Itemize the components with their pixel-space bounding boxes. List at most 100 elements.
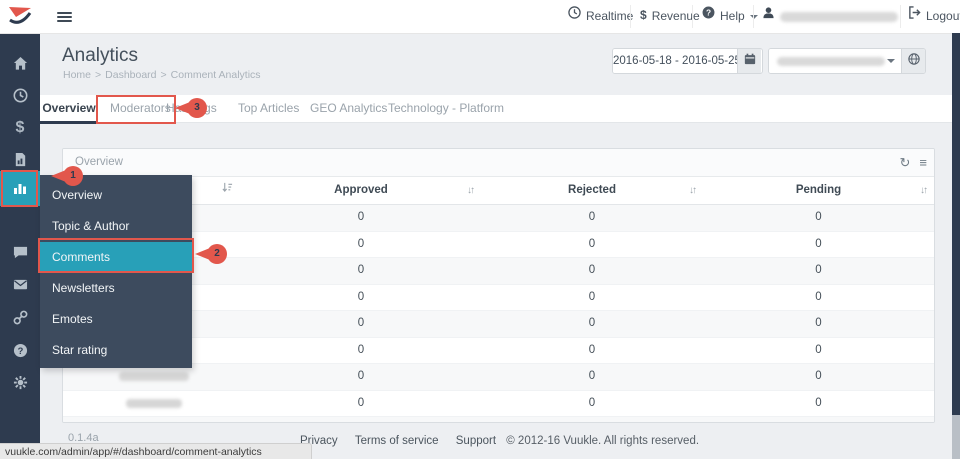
date-range-input[interactable] [613, 49, 737, 73]
table-row[interactable]: 0 0 0 [63, 338, 934, 364]
table-row[interactable]: 0 0 0 [63, 258, 934, 285]
divider [900, 5, 901, 28]
cell-approved: 0 [357, 343, 365, 356]
annotation-arrow-2: 2 [195, 244, 229, 264]
chat-icon [13, 246, 28, 264]
cell-pending: 0 [815, 237, 822, 250]
dollar-icon: $ [640, 8, 647, 23]
breadcrumb-dashboard[interactable]: Dashboard [105, 69, 156, 81]
cell-rejected: 0 [588, 317, 596, 329]
divider [630, 5, 631, 28]
sidebar-item-comments[interactable] [0, 236, 40, 270]
site-select[interactable] [769, 49, 902, 73]
cell-date-redacted [63, 391, 241, 417]
sidebar-item-revenue[interactable]: $ [0, 111, 40, 145]
column-header-rejected[interactable]: Rejected ↓↑ [481, 177, 703, 204]
calendar-button[interactable] [737, 49, 761, 73]
sort-icon[interactable]: ↓↑ [920, 177, 928, 204]
user-account[interactable] [762, 0, 898, 33]
sidebar-item-home[interactable] [0, 47, 40, 81]
flyout-item-emotes[interactable]: Emotes [40, 304, 192, 335]
tab-moderators[interactable]: Moderators [110, 95, 171, 121]
cell-approved: 0 [357, 370, 365, 382]
help-icon: ? [13, 343, 28, 362]
panel-header: Overview ↻ ≡ [63, 149, 934, 177]
revenue-button[interactable]: $ Revenue [640, 0, 700, 33]
cell-pending: 0 [815, 317, 822, 329]
table-row[interactable]: 0 0 0 [63, 285, 934, 311]
analytics-flyout-menu: Overview Topic & Author Comments Newslet… [40, 175, 192, 368]
tab-overview[interactable]: Overview [40, 95, 98, 124]
cell-approved: 0 [357, 317, 365, 329]
chevron-down-icon [887, 59, 896, 63]
sidebar-item-settings[interactable] [0, 366, 40, 400]
page-scrollbar[interactable] [952, 33, 960, 459]
flyout-item-newsletters[interactable]: Newsletters [40, 273, 192, 304]
support-link[interactable]: Support [456, 435, 496, 447]
breadcrumb: Home > Dashboard > Comment Analytics [63, 69, 261, 81]
status-url: vuukle.com/admin/app/#/dashboard/comment… [5, 446, 262, 458]
cell-approved: 0 [357, 211, 365, 223]
cell-rejected: 0 [588, 237, 596, 250]
sidebar-item-links[interactable] [0, 301, 40, 335]
table-row[interactable]: 0 0 0 [63, 205, 934, 232]
date-range-group [612, 48, 763, 74]
annotation-arrow-1: 1 [51, 166, 85, 186]
sort-icon[interactable]: ↓↑ [689, 177, 697, 204]
flyout-item-topic-author[interactable]: Topic & Author [40, 211, 192, 242]
list-icon[interactable]: ≡ [919, 155, 927, 170]
dollar-icon: $ [15, 119, 25, 136]
table-row[interactable]: 0 0 0 [63, 311, 934, 338]
question-icon: ? [702, 0, 715, 32]
logout-label: Logout [926, 9, 960, 23]
cell-rejected: 0 [588, 211, 596, 223]
top-bar: Realtime $ Revenue ? Help Logout [0, 0, 960, 34]
sidebar-item-history[interactable] [0, 79, 40, 113]
cell-pending: 0 [815, 343, 822, 356]
svg-text:?: ? [706, 8, 711, 18]
sidebar-item-newsletters[interactable] [0, 268, 40, 302]
sort-icon[interactable]: ↓↑ [467, 177, 475, 204]
tab-geo-analytics[interactable]: GEO Analytics [310, 95, 387, 121]
column-header-pending[interactable]: Pending ↓↑ [703, 177, 934, 204]
breadcrumb-home[interactable]: Home [63, 69, 91, 81]
sidebar-item-analytics[interactable] [0, 171, 40, 206]
table-row[interactable]: 0 0 0 [63, 232, 934, 258]
logout-icon [908, 0, 921, 32]
realtime-button[interactable]: Realtime [568, 0, 633, 33]
site-select-group [768, 48, 926, 74]
cell-pending: 0 [815, 290, 822, 303]
table-row[interactable]: 0 0 0 [63, 364, 934, 391]
sort-amount-icon[interactable] [222, 177, 233, 204]
sidebar-item-help[interactable]: ? [0, 334, 40, 368]
vuukle-logo[interactable] [7, 3, 33, 29]
copyright-text: © 2012-16 Vuukle. All rights reserved. [506, 435, 700, 447]
refresh-icon[interactable]: ↻ [900, 155, 911, 170]
help-menu[interactable]: ? Help [702, 0, 758, 33]
logout-button[interactable]: Logout [908, 0, 960, 33]
cell-pending: 0 [815, 211, 822, 223]
terms-link[interactable]: Terms of service [355, 435, 439, 447]
column-header-approved[interactable]: Approved ↓↑ [241, 177, 481, 204]
cell-pending: 0 [815, 396, 822, 409]
page-title: Analytics [62, 45, 139, 66]
sidebar-nav: $ ? [0, 33, 40, 459]
calendar-icon [744, 52, 756, 70]
tab-technology-platform[interactable]: Technology - Platform [388, 95, 504, 121]
gear-icon [13, 375, 28, 394]
divider [753, 5, 754, 28]
tab-top-articles[interactable]: Top Articles [238, 95, 299, 121]
cell-rejected: 0 [588, 343, 596, 356]
globe-button[interactable] [901, 49, 925, 73]
table-row[interactable]: 0 0 0 [63, 391, 934, 417]
scrollbar-thumb[interactable] [952, 33, 960, 415]
hamburger-icon[interactable] [57, 12, 72, 23]
cell-rejected: 0 [588, 370, 596, 382]
bar-chart-icon [12, 183, 28, 200]
envelope-icon [13, 279, 28, 296]
flyout-item-star-rating[interactable]: Star rating [40, 335, 192, 366]
divider [692, 5, 693, 28]
flyout-item-comments[interactable]: Comments [40, 242, 192, 273]
browser-status-bar: vuukle.com/admin/app/#/dashboard/comment… [0, 443, 312, 459]
globe-icon [907, 52, 920, 70]
